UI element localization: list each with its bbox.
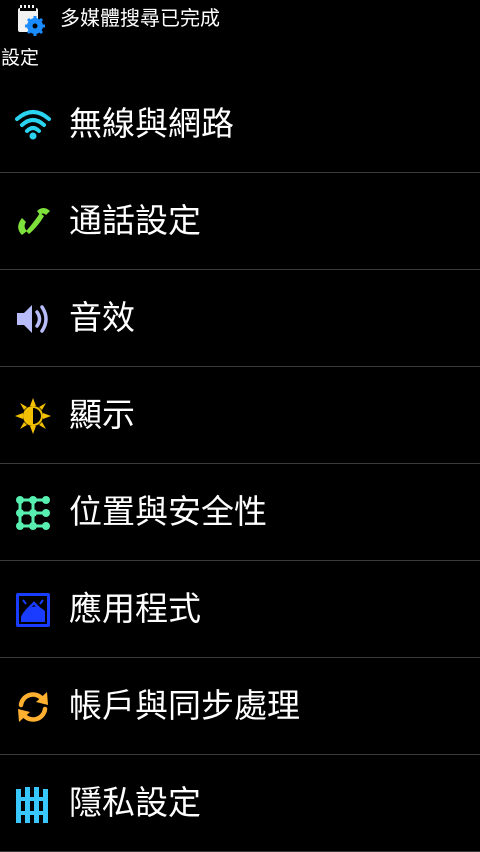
settings-item-call-settings[interactable]: 通話設定 [0, 173, 480, 270]
location-security-icon [14, 494, 52, 532]
settings-item-accounts-sync[interactable]: 帳戶與同步處理 [0, 658, 480, 755]
settings-item-privacy[interactable]: 隱私設定 [0, 755, 480, 852]
title-bar: 設定 [0, 44, 480, 74]
sync-icon [14, 688, 52, 726]
settings-item-label: 帳戶與同步處理 [69, 686, 300, 725]
settings-item-label: 無線與網路 [69, 104, 234, 143]
settings-item-wireless-network[interactable]: 無線與網路 [0, 76, 480, 173]
wifi-icon [14, 106, 52, 144]
settings-item-location-security[interactable]: 位置與安全性 [0, 464, 480, 561]
status-bar[interactable]: 多媒體搜尋已完成 [0, 0, 480, 38]
status-notification-text: 多媒體搜尋已完成 [60, 6, 220, 30]
settings-item-display[interactable]: 顯示 [0, 367, 480, 464]
settings-item-label: 顯示 [69, 395, 135, 434]
page-title: 設定 [1, 47, 40, 69]
applications-icon [14, 591, 52, 629]
media-scan-settings-icon [14, 4, 48, 36]
speaker-icon [14, 300, 52, 338]
settings-list: 無線與網路 通話設定 音效 顯示 位置與安全性 應用程式 帳戶與同步處理 隱私設… [0, 76, 480, 852]
settings-item-label: 通話設定 [69, 201, 201, 240]
settings-item-sound[interactable]: 音效 [0, 270, 480, 367]
settings-item-label: 音效 [69, 298, 135, 337]
phone-icon [14, 203, 52, 241]
privacy-icon [14, 785, 52, 823]
settings-item-label: 應用程式 [69, 589, 201, 628]
settings-item-label: 位置與安全性 [69, 492, 267, 531]
brightness-icon [14, 397, 52, 435]
settings-item-label: 隱私設定 [69, 783, 201, 822]
settings-item-applications[interactable]: 應用程式 [0, 561, 480, 658]
